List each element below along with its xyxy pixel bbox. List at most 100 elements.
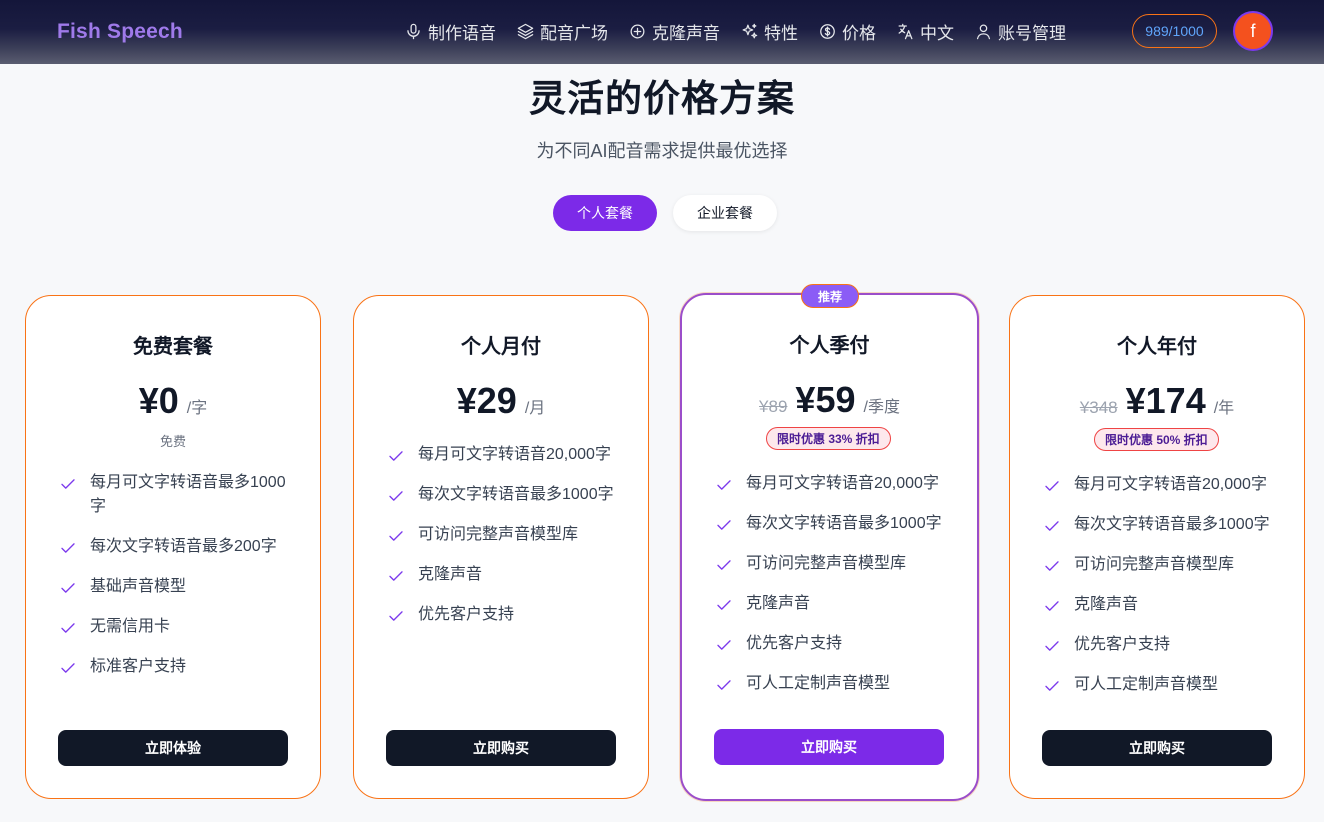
- check-icon: [59, 475, 77, 493]
- feature-text: 标准客户支持: [90, 658, 187, 675]
- price-unit: /年: [1213, 400, 1235, 417]
- sparkles-icon: [742, 23, 758, 38]
- list-item: 优先客户支持: [715, 632, 951, 656]
- list-item: 基础声音模型: [59, 575, 295, 599]
- price-unit: /季度: [863, 399, 900, 416]
- feature-text: 每月可文字转语音20,000字: [1074, 476, 1267, 493]
- check-icon: [387, 567, 405, 585]
- recommended-badge: 推荐: [801, 284, 859, 308]
- plan-price: ¥0: [138, 380, 179, 421]
- list-item: 可访问完整声音模型库: [1043, 553, 1279, 577]
- plan-card-quarterly: 推荐 个人季付 ¥89 ¥59 /季度 限时优惠 33% 折扣 每月可文字转语音…: [680, 284, 979, 801]
- list-item: 优先客户支持: [387, 603, 623, 627]
- check-icon: [59, 619, 77, 637]
- list-item: 克隆声音: [715, 592, 951, 616]
- dollar-circle-icon: [820, 23, 835, 39]
- plan-title: 个人年付: [1117, 336, 1197, 358]
- buy-now-button[interactable]: 立即购买: [714, 729, 944, 765]
- plan-card-monthly: 个人月付 ¥29 /月 每月可文字转语音20,000字 每次文字转语音最多100…: [353, 295, 649, 799]
- check-icon: [59, 539, 77, 557]
- check-icon: [387, 607, 405, 625]
- price-unit: /月: [524, 400, 546, 417]
- check-icon: [1043, 677, 1061, 695]
- credits-badge[interactable]: 989/1000: [1132, 14, 1217, 48]
- plan-price: ¥29: [456, 380, 517, 421]
- tab-personal-plans[interactable]: 个人套餐: [553, 195, 657, 231]
- plan-price: ¥174: [1125, 380, 1206, 421]
- feature-text: 基础声音模型: [90, 578, 187, 595]
- feature-list: 每月可文字转语音20,000字 每次文字转语音最多1000字 可访问完整声音模型…: [715, 472, 951, 712]
- nav-item-label: 克隆声音: [652, 23, 720, 43]
- plan-card-yearly: 个人年付 ¥348 ¥174 /年 限时优惠 50% 折扣 每月可文字转语音20…: [1009, 295, 1305, 799]
- buy-now-button[interactable]: 立即购买: [1042, 730, 1272, 766]
- plan-title: 个人月付: [461, 336, 541, 358]
- page-title: 灵活的价格方案: [529, 78, 795, 119]
- nav-item-label: 制作语音: [428, 23, 496, 43]
- feature-text: 每次文字转语音最多200字: [90, 538, 277, 555]
- price-row: ¥89 ¥59 /季度: [682, 379, 977, 421]
- check-icon: [387, 487, 405, 505]
- check-icon: [715, 556, 733, 574]
- check-icon: [715, 636, 733, 654]
- list-item: 每月可文字转语音20,000字: [1043, 473, 1279, 497]
- list-item: 每次文字转语音最多1000字: [387, 483, 623, 507]
- price-row: ¥348 ¥174 /年: [1010, 380, 1304, 422]
- list-item: 可访问完整声音模型库: [715, 552, 951, 576]
- list-item: 每月可文字转语音最多1000字: [59, 471, 295, 519]
- check-icon: [387, 527, 405, 545]
- list-item: 克隆声音: [1043, 593, 1279, 617]
- feature-text: 可人工定制声音模型: [1074, 676, 1219, 693]
- try-now-button[interactable]: 立即体验: [58, 730, 288, 766]
- nav-item-voice-plaza[interactable]: 配音广场: [516, 19, 608, 44]
- list-item: 克隆声音: [387, 563, 623, 587]
- plus-circle-icon: [630, 24, 645, 38]
- original-price: ¥348: [1079, 398, 1118, 417]
- nav-item-language[interactable]: 中文: [896, 19, 954, 44]
- nav-item-label: 账号管理: [998, 23, 1066, 43]
- nav-item-account[interactable]: 账号管理: [974, 19, 1066, 44]
- plan-card-free: 免费套餐 ¥0 /字 免费 每月可文字转语音最多1000字 每次文字转语音最多2…: [25, 295, 321, 799]
- list-item: 每次文字转语音最多200字: [59, 535, 295, 559]
- feature-text: 克隆声音: [1074, 596, 1139, 613]
- avatar[interactable]: f: [1233, 11, 1273, 51]
- feature-list: 每月可文字转语音最多1000字 每次文字转语音最多200字 基础声音模型 无需信…: [59, 471, 295, 695]
- nav-item-label: 价格: [842, 23, 876, 43]
- nav-item-label: 配音广场: [540, 23, 608, 43]
- price-row: ¥29 /月: [354, 380, 648, 422]
- plan-type-toggle: 个人套餐 企业套餐: [553, 195, 777, 231]
- list-item: 可人工定制声音模型: [715, 672, 951, 696]
- plan-price: ¥59: [795, 379, 856, 420]
- list-item: 每月可文字转语音20,000字: [387, 443, 623, 467]
- feature-text: 每次文字转语音最多1000字: [1074, 516, 1270, 533]
- price-row: ¥0 /字: [26, 380, 320, 422]
- feature-text: 可访问完整声音模型库: [746, 555, 907, 572]
- check-icon: [59, 659, 77, 677]
- nav-item-pricing[interactable]: 价格: [818, 19, 876, 44]
- list-item: 可访问完整声音模型库: [387, 523, 623, 547]
- plan-title: 个人季付: [789, 335, 870, 357]
- nav-item-label: 特性: [764, 23, 798, 43]
- nav-item-make-voice[interactable]: 制作语音: [404, 19, 496, 44]
- original-price: ¥89: [759, 397, 788, 416]
- check-icon: [715, 676, 733, 694]
- nav-item-features[interactable]: 特性: [740, 19, 798, 44]
- feature-text: 每月可文字转语音最多1000字: [90, 474, 286, 515]
- logo[interactable]: Fish Speech: [57, 20, 183, 44]
- check-icon: [715, 596, 733, 614]
- list-item: 每次文字转语音最多1000字: [715, 512, 951, 536]
- buy-now-button[interactable]: 立即购买: [386, 730, 616, 766]
- feature-text: 优先客户支持: [746, 635, 843, 652]
- check-icon: [1043, 517, 1061, 535]
- tab-enterprise-plans[interactable]: 企业套餐: [673, 195, 777, 231]
- feature-text: 每次文字转语音最多1000字: [418, 486, 614, 503]
- top-nav-bar: Fish Speech 制作语音 配音广场 克隆声音 特性 价格 中文 账号管理: [0, 0, 1324, 64]
- check-icon: [1043, 597, 1061, 615]
- feature-text: 克隆声音: [418, 566, 483, 583]
- check-icon: [59, 579, 77, 597]
- nav-item-clone-voice[interactable]: 克隆声音: [628, 19, 720, 44]
- price-unit: /字: [186, 400, 208, 417]
- list-item: 每次文字转语音最多1000字: [1043, 513, 1279, 537]
- plan-title: 免费套餐: [133, 336, 213, 358]
- feature-list: 每月可文字转语音20,000字 每次文字转语音最多1000字 可访问完整声音模型…: [387, 443, 623, 643]
- feature-text: 可访问完整声音模型库: [1074, 556, 1235, 573]
